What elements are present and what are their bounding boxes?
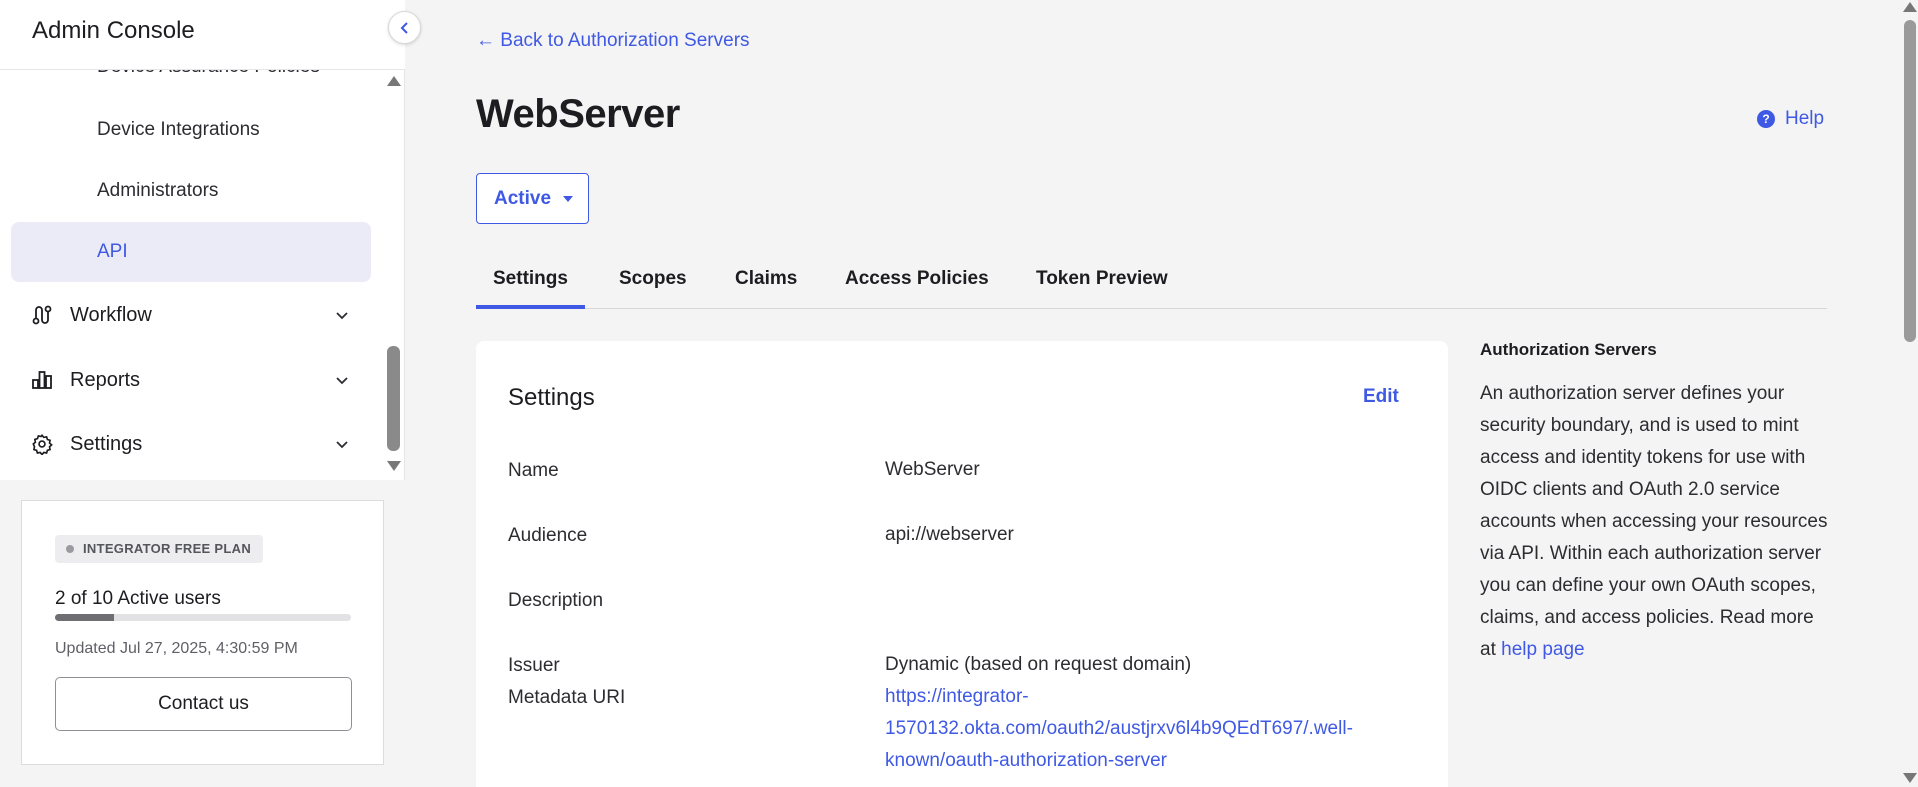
app-title: Admin Console <box>32 17 195 44</box>
info-title: Authorization Servers <box>1480 340 1657 359</box>
chevron-down-icon <box>336 441 348 449</box>
settings-card: Settings Edit Name WebServer Audience ap… <box>476 341 1448 787</box>
audience-value: api://webserver <box>885 524 1014 545</box>
name-label: Name <box>508 460 559 481</box>
tab-token-preview[interactable]: Token Preview <box>1036 268 1168 290</box>
sidebar-item-api[interactable]: API <box>97 241 128 263</box>
metadata-uri-link[interactable]: https://integrator-1570132.okta.com/oaut… <box>885 681 1405 777</box>
sidebar-group-settings[interactable]: Settings <box>30 424 350 464</box>
help-link[interactable]: ? Help <box>1757 108 1824 130</box>
collapse-sidebar-button[interactable] <box>388 11 421 44</box>
plan-card: INTEGRATOR FREE PLAN 2 of 10 Active user… <box>21 500 384 765</box>
name-value: WebServer <box>885 459 980 480</box>
sidebar: Admin Console Device Assurance Policies … <box>0 0 405 787</box>
sidebar-item-device-assurance-policies[interactable]: Device Assurance Policies <box>97 70 320 78</box>
reports-icon <box>30 368 54 392</box>
workflow-icon <box>30 303 54 327</box>
sidebar-group-label: Settings <box>70 432 143 455</box>
metadata-uri-label: Metadata URI <box>508 687 626 708</box>
sidebar-nav: Device Assurance Policies Device Integra… <box>0 70 405 475</box>
gear-icon <box>30 432 54 456</box>
sidebar-group-workflow[interactable]: Workflow <box>30 295 350 335</box>
tab-settings[interactable]: Settings <box>493 268 568 290</box>
plan-section: INTEGRATOR FREE PLAN 2 of 10 Active user… <box>0 480 405 787</box>
settings-card-title: Settings <box>508 384 595 411</box>
chevron-down-icon <box>336 312 348 320</box>
sidebar-scroll-down-arrow[interactable] <box>387 461 401 471</box>
active-users-progress <box>55 614 351 621</box>
help-label: Help <box>1785 108 1825 129</box>
status-label: Active <box>494 187 552 209</box>
active-users-count: 2 of 10 Active users <box>55 588 221 609</box>
help-page-link[interactable]: help page <box>1501 639 1584 660</box>
tab-bar: Settings Scopes Claims Access Policies T… <box>476 258 1827 309</box>
audience-label: Audience <box>508 525 588 546</box>
page-scroll-up-arrow[interactable] <box>1903 2 1917 12</box>
description-label: Description <box>508 590 604 611</box>
sidebar-item-administrators[interactable]: Administrators <box>97 180 218 202</box>
page-scroll-down-arrow[interactable] <box>1903 773 1917 783</box>
sidebar-group-label: Reports <box>70 368 141 391</box>
chevron-down-icon <box>336 377 348 385</box>
tab-scopes[interactable]: Scopes <box>619 268 687 290</box>
plan-badge: INTEGRATOR FREE PLAN <box>55 535 264 563</box>
sidebar-scroll-up-arrow[interactable] <box>387 76 401 86</box>
sidebar-item-device-integrations[interactable]: Device Integrations <box>97 119 260 141</box>
sidebar-scrollbar-thumb[interactable] <box>387 346 400 451</box>
issuer-value: Dynamic (based on request domain) <box>885 654 1192 675</box>
page-title: WebServer <box>476 92 680 136</box>
caret-down-icon <box>563 195 574 202</box>
sidebar-group-reports[interactable]: Reports <box>30 360 350 400</box>
issuer-label: Issuer <box>508 655 560 676</box>
chevron-left-icon <box>400 21 408 34</box>
tab-claims[interactable]: Claims <box>735 268 797 290</box>
info-body: An authorization server defines your sec… <box>1480 383 1828 660</box>
contact-us-button[interactable]: Contact us <box>55 677 352 731</box>
status-dropdown[interactable]: Active <box>476 173 589 224</box>
active-users-progress-fill <box>55 614 115 621</box>
authorization-servers-info: Authorization Servers An authorization s… <box>1480 340 1830 666</box>
plan-updated-timestamp: Updated Jul 27, 2025, 4:30:59 PM <box>55 640 298 657</box>
page-scrollbar-thumb[interactable] <box>1904 20 1916 342</box>
sidebar-group-label: Workflow <box>70 303 152 326</box>
info-text: An authorization server defines your sec… <box>1480 378 1830 666</box>
help-icon: ? <box>1757 110 1775 128</box>
sidebar-item-api-highlight[interactable] <box>11 222 371 282</box>
edit-button[interactable]: Edit <box>1363 386 1399 408</box>
tab-access-policies[interactable]: Access Policies <box>845 268 989 290</box>
active-tab-indicator <box>476 305 585 309</box>
back-to-authorization-servers-link[interactable]: ← Back to Authorization Servers <box>476 30 750 52</box>
sidebar-header: Admin Console <box>0 0 405 70</box>
